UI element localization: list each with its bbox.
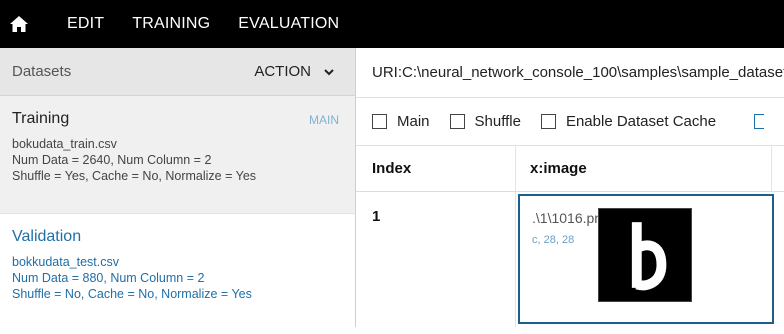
dataset-file: bokudata_train.csv bbox=[12, 137, 117, 151]
image-shape: c, 28, 28 bbox=[532, 234, 575, 246]
main-badge: MAIN bbox=[309, 113, 339, 127]
home-icon bbox=[10, 16, 28, 32]
shuffle-checkbox[interactable]: Shuffle bbox=[449, 113, 521, 130]
shuffle-checkbox-label: Shuffle bbox=[474, 113, 521, 130]
dataset-cache-checkbox[interactable]: Enable Dataset Cache bbox=[540, 113, 717, 130]
datasets-panel: Datasets ACTION Training MAIN bokudata_t… bbox=[0, 48, 355, 334]
main-checkbox[interactable]: Main bbox=[372, 113, 430, 130]
dataset-cache-checkbox-label: Enable Dataset Cache bbox=[565, 113, 717, 130]
dataset-details: bokkudata_test.csv Num Data = 880, Num C… bbox=[12, 254, 343, 302]
dataset-view: URI: C:\neural_network_console_100\sampl… bbox=[356, 48, 784, 327]
dataset-details: bokudata_train.csv Num Data = 2640, Num … bbox=[12, 136, 343, 184]
image-thumbnail bbox=[598, 208, 692, 302]
checkbox-box[interactable] bbox=[372, 114, 387, 129]
dataset-name: Validation bbox=[12, 228, 82, 245]
uri-label: URI: bbox=[372, 64, 402, 81]
checkbox-box[interactable] bbox=[540, 114, 556, 129]
uri-field[interactable]: C:\neural_network_console_100\samples\sa… bbox=[402, 64, 784, 81]
table-header: Index x:image bbox=[356, 146, 784, 192]
menu-training[interactable]: TRAINING bbox=[132, 15, 210, 33]
row-index: 1 bbox=[356, 192, 516, 327]
dataset-options: Main Shuffle Enable Dataset Cache bbox=[356, 98, 784, 146]
dataset-counts: Num Data = 2640, Num Column = 2 bbox=[12, 153, 212, 167]
dataset-name: Training bbox=[12, 110, 70, 127]
main-checkbox-label: Main bbox=[397, 113, 430, 130]
dataset-counts: Num Data = 880, Num Column = 2 bbox=[12, 271, 205, 285]
dataset-item-validation[interactable]: Validation bokkudata_test.csv Num Data =… bbox=[0, 214, 355, 334]
dataset-table: Index x:image 1 .\1\1016.png c, 28, 28 bbox=[356, 146, 784, 327]
menu-evaluation[interactable]: EVALUATION bbox=[238, 15, 339, 33]
dataset-item-training[interactable]: Training MAIN bokudata_train.csv Num Dat… bbox=[0, 96, 355, 214]
column-header-x-image[interactable]: x:image bbox=[516, 146, 772, 191]
menu-bar: EDIT TRAINING EVALUATION bbox=[0, 0, 784, 48]
table-row[interactable]: 1 .\1\1016.png c, 28, 28 bbox=[356, 192, 784, 327]
checkbox-box[interactable] bbox=[449, 114, 465, 129]
partially-visible-checkbox[interactable] bbox=[754, 114, 765, 129]
dataset-flags: Shuffle = No, Cache = No, Normalize = Ye… bbox=[12, 287, 252, 301]
column-header-index[interactable]: Index bbox=[356, 146, 516, 191]
chevron-down-icon bbox=[323, 66, 335, 78]
action-label: ACTION bbox=[254, 63, 311, 80]
datasets-header: Datasets ACTION bbox=[0, 48, 355, 96]
datasets-title: Datasets bbox=[12, 63, 72, 80]
menu-edit[interactable]: EDIT bbox=[67, 15, 104, 33]
selected-image-cell[interactable]: .\1\1016.png c, 28, 28 bbox=[518, 194, 774, 324]
handwritten-b-image bbox=[599, 209, 691, 301]
dataset-flags: Shuffle = Yes, Cache = No, Normalize = Y… bbox=[12, 169, 257, 183]
home-button[interactable] bbox=[0, 0, 38, 48]
action-menu-button[interactable]: ACTION bbox=[254, 63, 335, 80]
uri-row: URI: C:\neural_network_console_100\sampl… bbox=[356, 48, 784, 98]
dataset-file: bokkudata_test.csv bbox=[12, 255, 120, 269]
